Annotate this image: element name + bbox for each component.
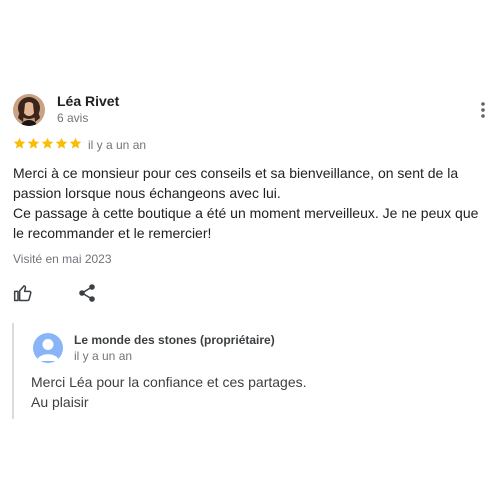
owner-reply-line: Merci Léa pour la confiance et ces parta… bbox=[31, 374, 307, 390]
star-icon bbox=[27, 137, 40, 149]
review-text: Merci à ce monsieur pour ces conseils et… bbox=[13, 163, 493, 243]
visit-date: Visité en mai 2023 bbox=[13, 252, 112, 266]
default-avatar-icon bbox=[33, 333, 63, 363]
owner-reply-line: Au plaisir bbox=[31, 394, 89, 410]
star-icon bbox=[69, 137, 82, 149]
review-card: Léa Rivet 6 avis il y a un an Merci à ce… bbox=[0, 0, 500, 500]
thumbs-up-icon bbox=[13, 285, 32, 302]
review-date: il y a un an bbox=[88, 138, 147, 152]
review-paragraph: Ce passage à cette boutique a été un mom… bbox=[13, 205, 479, 241]
owner-reply-date: il y a un an bbox=[74, 349, 133, 363]
like-button[interactable] bbox=[13, 283, 33, 303]
owner-reply-text: Merci Léa pour la confiance et ces parta… bbox=[31, 372, 471, 412]
reviewer-name[interactable]: Léa Rivet bbox=[57, 93, 119, 109]
share-button[interactable] bbox=[78, 283, 96, 303]
profile-photo-icon bbox=[13, 94, 45, 126]
owner-reply: Le monde des stones (propriétaire) il y … bbox=[12, 323, 484, 419]
more-vert-icon bbox=[481, 102, 485, 118]
review-paragraph: Merci à ce monsieur pour ces conseils et… bbox=[13, 165, 459, 201]
star-icon bbox=[41, 137, 54, 149]
star-icon bbox=[55, 137, 68, 149]
star-icon bbox=[13, 137, 26, 149]
star-rating bbox=[13, 137, 82, 152]
reviewer-review-count[interactable]: 6 avis bbox=[57, 111, 88, 125]
owner-avatar bbox=[33, 333, 63, 363]
more-options-button[interactable] bbox=[476, 100, 490, 120]
owner-name: Le monde des stones (propriétaire) bbox=[74, 333, 275, 347]
share-icon bbox=[79, 284, 95, 302]
reviewer-avatar[interactable] bbox=[13, 94, 45, 126]
